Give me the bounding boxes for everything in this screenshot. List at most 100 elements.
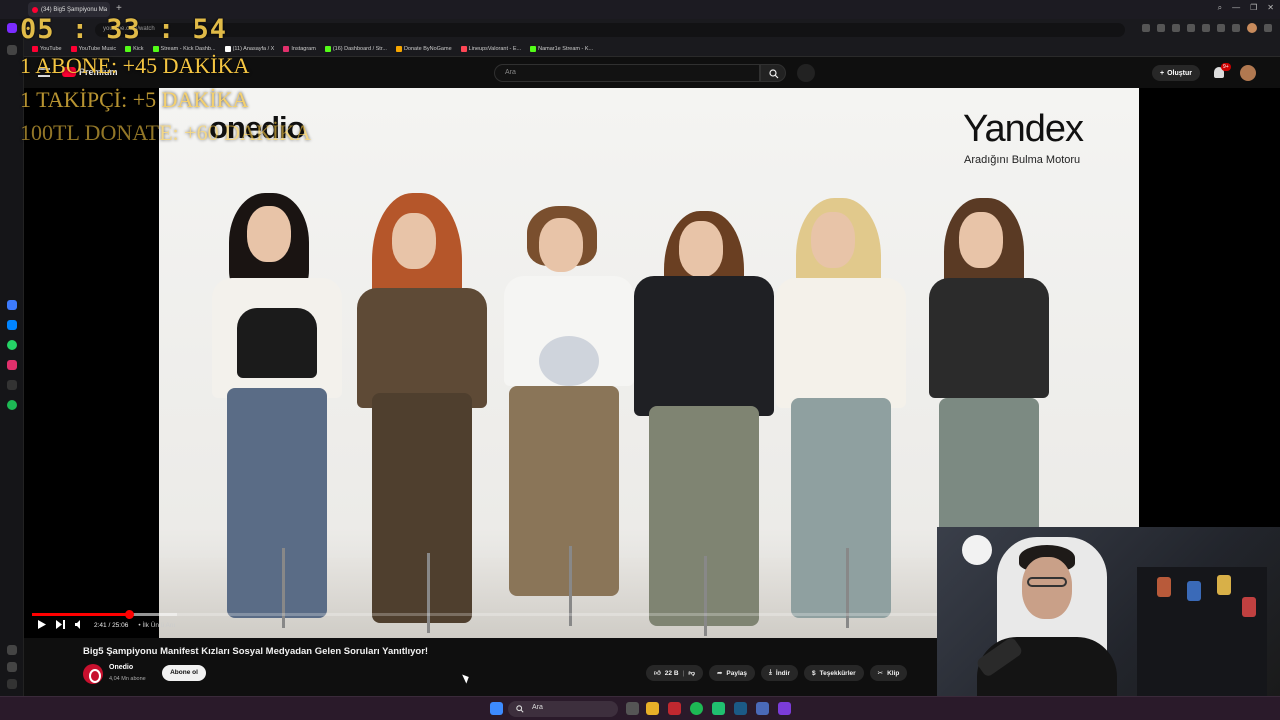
bookmark-label: LineupsValorant - E... [468,45,522,52]
stream-timer: 05 : 33 : 54 [20,14,228,45]
shelf [1137,567,1267,696]
file-explorer-icon[interactable] [646,702,659,715]
thumbs-up-icon: 👍︎ [654,670,661,677]
settings-icon[interactable] [1264,24,1272,32]
app-icon[interactable] [7,300,17,310]
history-icon[interactable] [7,662,17,672]
sponsor-tagline: Aradığını Bulma Motoru [964,154,1081,166]
bookmark-label: Kick [133,45,144,52]
thanks-button[interactable]: $ Teşekkürler [804,665,864,681]
panda-plush [962,535,992,565]
person-4 [629,206,779,638]
bookmark-item[interactable]: (11) Anasayfa / X [224,45,275,52]
extension-icon[interactable] [1187,24,1195,32]
bookmark-label: (11) Anasayfa / X [232,45,275,52]
bookmark-item[interactable]: (16) Dashboard / Str... [324,45,387,52]
create-label: Oluştur [1167,69,1192,77]
bookmark-label: Instagram [291,45,316,52]
extension-icon[interactable] [1172,24,1180,32]
streamer-head [1022,557,1072,619]
search-button[interactable] [760,64,786,82]
glasses [1027,577,1067,587]
bookmark-item[interactable]: Stream - Kick Dashb... [152,45,216,52]
app-taskbar-icon[interactable] [712,702,725,715]
share-button[interactable]: ➦ Paylaş [708,665,756,681]
bookmark-label: (16) Dashboard / Str... [332,45,387,52]
clip-button[interactable]: ✂ Klip [869,665,908,681]
download-button[interactable]: ⤓ İndir [761,665,798,681]
obs-taskbar-icon[interactable] [778,702,791,715]
person-3 [499,206,639,638]
mouse-cursor-icon [462,672,471,684]
account-avatar[interactable] [1240,65,1256,81]
download-icon[interactable] [1217,24,1225,32]
task-view-icon[interactable] [626,702,639,715]
played-bar [32,613,129,616]
pin-icon[interactable] [7,45,17,55]
play-icon[interactable] [38,620,46,631]
minimize-icon[interactable]: — [1232,3,1240,13]
like-button[interactable]: 👍︎ 22 B | 👎︎ [646,665,703,681]
steam-taskbar-icon[interactable] [734,702,747,715]
bookmark-label: YouTube [40,45,62,52]
messenger-icon[interactable] [7,320,17,330]
bookmark-item[interactable]: Namar1e Stream - K... [530,45,593,52]
thanks-label: Teşekkürler [819,669,856,677]
bookmark-favicon-icon [32,45,38,52]
bookmark-item[interactable]: Instagram [283,45,316,52]
bookmark-item[interactable]: YouTube [32,45,62,52]
channel-avatar[interactable] [83,664,103,684]
subscribe-button[interactable]: Abone ol [162,665,206,681]
voice-search-icon[interactable] [797,64,815,82]
channel-name[interactable]: Onedio [109,664,133,671]
player-controls: 2:41 / 25:06 • İlk Ünlü Anı [38,620,175,631]
heart-icon[interactable] [1202,24,1210,32]
bookmark-favicon-icon [152,45,159,52]
bookmark-favicon-icon [125,45,132,52]
url-field[interactable]: youtube.com/watch [95,23,1125,37]
close-window-icon[interactable]: ✕ [1267,3,1274,13]
scrubber-handle[interactable] [124,610,134,619]
window-controls: ⌕ — ❐ ✕ [1218,3,1274,13]
search-input[interactable]: Ara [494,64,760,82]
plus-icon: + [1160,69,1165,77]
bookmark-item[interactable]: LineupsValorant - E... [460,45,522,52]
extension-icons [1142,23,1272,33]
tab-title: (34) Big5 Şampiyonu Ma [41,6,108,13]
taskbar-search[interactable]: Ara [508,701,618,717]
divider: | [682,669,685,677]
bookmark-item[interactable]: YouTube Music [70,45,116,52]
video-actions: 👍︎ 22 B | 👎︎ ➦ Paylaş ⤓ İndir $ Teşekkür… [646,665,908,681]
os-taskbar: Ara [0,696,1280,720]
extension-icon[interactable] [1142,24,1150,32]
spotify-icon[interactable] [7,400,17,410]
x-icon[interactable] [7,380,17,390]
workspace-icon[interactable] [7,23,17,33]
new-tab-icon[interactable]: + [116,3,122,14]
bookmark-favicon-icon [224,45,231,52]
whatsapp-icon[interactable] [7,340,17,350]
profile-avatar-icon[interactable] [1247,23,1257,33]
next-icon[interactable] [56,620,65,631]
heart-icon[interactable] [7,645,17,655]
overlay-subscriber-rule: 1 ABONE: +45 DAKİKA [20,53,250,78]
spotify-taskbar-icon[interactable] [690,702,703,715]
more-icon[interactable] [7,679,17,689]
create-button[interactable]: + Oluştur [1152,65,1200,81]
search-tabs-icon[interactable]: ⌕ [1218,3,1222,13]
menu-icon[interactable] [1232,24,1240,32]
start-icon[interactable] [490,702,503,715]
download-label: İndir [775,669,790,677]
bookmark-item[interactable]: Kick [125,45,144,52]
volume-icon[interactable] [75,620,84,631]
browser-taskbar-icon[interactable] [668,702,681,715]
maximize-icon[interactable]: ❐ [1250,3,1257,13]
extension-icon[interactable] [1157,24,1165,32]
thumbs-down-icon[interactable]: 👎︎ [688,669,695,677]
chapter-label[interactable]: • İlk Ünlü Anı [138,622,175,629]
bookmark-favicon-icon [283,45,290,52]
instagram-icon[interactable] [7,360,17,370]
bookmark-item[interactable]: Donate ByNoGame [395,45,452,52]
progress-bar[interactable] [32,610,937,619]
app-taskbar-icon[interactable] [756,702,769,715]
